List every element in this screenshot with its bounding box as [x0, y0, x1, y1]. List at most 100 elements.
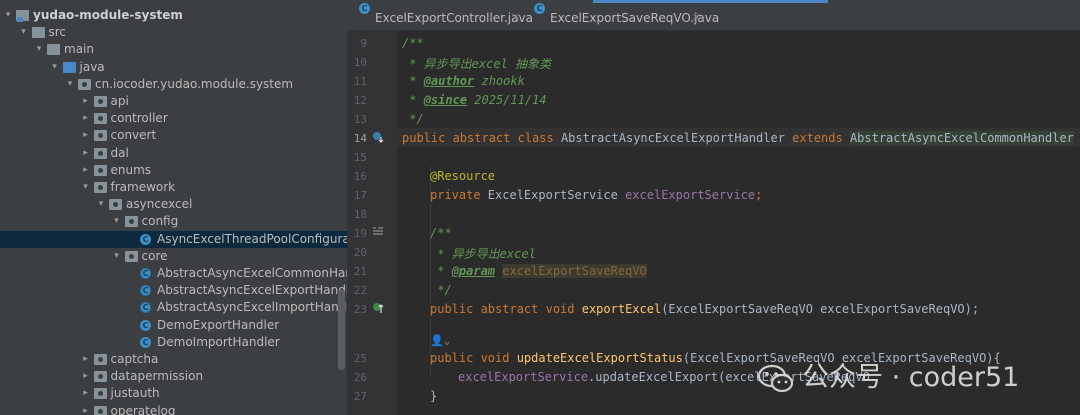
class-icon — [359, 3, 370, 14]
chevron-down-icon[interactable]: ▾ — [112, 248, 122, 265]
tree-item[interactable]: ▾ java — [0, 59, 347, 76]
tree-item[interactable]: ▸ dal — [0, 145, 347, 162]
tree-item[interactable]: ▸ datapermission — [0, 368, 347, 385]
tree-item-label: DemoImportHandler — [157, 334, 280, 349]
line-number: 21 — [353, 265, 367, 278]
line-number: 17 — [353, 189, 367, 202]
code-line-20: * 异步导出excel — [430, 247, 536, 261]
tree-item-label: enums — [110, 162, 152, 177]
tree-item[interactable]: ▾ asyncexcel — [0, 196, 347, 213]
author-inline-hint[interactable]: 👤⌄ — [430, 334, 450, 347]
chevron-right-icon[interactable]: ▸ — [81, 368, 91, 385]
code-line-19: /** — [430, 226, 452, 240]
chevron-right-icon[interactable]: ▸ — [81, 145, 91, 162]
tree-item[interactable]: ▾ framework — [0, 179, 347, 196]
tree-item[interactable]: ▾ main — [0, 41, 347, 58]
project-tree-panel: ▾ yudao-module-system ▾ src ▾ main ▾ java ▾ cn.io… — [0, 0, 347, 415]
hint-chevron-icon: ⌄ — [443, 334, 451, 347]
tree-item[interactable]: ▾ core — [0, 248, 347, 265]
chevron-down-icon[interactable]: ▾ — [112, 213, 122, 230]
tab-excel-export-controller[interactable]: ExcelExportController.java ✕ — [353, 0, 533, 30]
tree-item[interactable]: ▾ yudao-module-system — [0, 7, 347, 24]
tree-item-label: framework — [110, 180, 176, 194]
chevron-right-icon[interactable]: ▸ — [81, 385, 91, 402]
chevron-down-icon[interactable]: ▾ — [19, 24, 29, 41]
tree-item[interactable]: AbstractAsyncExcelExportHandler — [0, 282, 347, 299]
line-number: 13 — [353, 113, 367, 126]
tab-excel-export-save-req-vo[interactable]: ExcelExportSaveReqVO.java ✕ — [528, 0, 719, 30]
tree-item[interactable]: ▾ config — [0, 213, 347, 230]
code-line-12: * @since 2025/11/14 — [402, 93, 547, 107]
close-tab-icon[interactable]: ✕ — [692, 0, 701, 36]
package-icon — [124, 250, 138, 262]
tree-item[interactable]: ▸ captcha — [0, 351, 347, 368]
tab-label: ExcelExportController.java — [375, 11, 533, 25]
tree-item[interactable]: ▸ api — [0, 93, 347, 110]
package-icon — [93, 371, 107, 383]
line-number: 12 — [353, 94, 367, 107]
tree-item-label: AbstractAsyncExcelCommonHandle — [157, 266, 347, 280]
doc-comment-toggle-icon[interactable] — [372, 226, 384, 238]
code-line-14: public abstract class AbstractAsyncExcel… — [402, 131, 1074, 145]
abstract-class-icon — [140, 285, 151, 297]
tree-item-label: captcha — [110, 352, 159, 366]
watermark-text: 公众号 · coder51 — [802, 362, 1020, 393]
code-line-10: * 异步导出excel 抽象类 — [402, 57, 552, 71]
package-icon — [93, 147, 107, 159]
chevron-down-icon[interactable]: ▾ — [96, 196, 106, 213]
tree-item-label: AbstractAsyncExcelImportHandler — [157, 300, 347, 315]
tree-item-label: java — [79, 59, 105, 74]
active-tab-indicator — [593, 0, 828, 3]
tree-item-label: dal — [110, 145, 129, 160]
tree-item-label: AsyncExcelThreadPoolConfiguration — [157, 231, 347, 246]
tree-item[interactable]: ▸ justauth — [0, 385, 347, 402]
line-number: 16 — [353, 170, 367, 183]
chevron-right-icon[interactable]: ▸ — [81, 93, 91, 110]
tree-item[interactable]: DemoImportHandler — [0, 334, 347, 351]
package-icon — [93, 405, 107, 415]
chevron-down-icon[interactable]: ▾ — [34, 41, 44, 58]
code-line-11: * @author zhookk — [402, 74, 525, 88]
tree-item-label: operatelog — [110, 403, 176, 415]
tree-item[interactable]: AbstractAsyncExcelCommonHandle — [0, 265, 347, 282]
tree-item[interactable]: ▾ cn.iocoder.yudao.module.system — [0, 76, 347, 93]
folder-icon — [31, 27, 45, 39]
editor-tab-bar: ExcelExportController.java ✕ ExcelExport… — [347, 0, 1080, 31]
tree-item[interactable]: ▸ convert — [0, 127, 347, 144]
chevron-right-icon[interactable]: ▸ — [81, 162, 91, 179]
class-icon — [140, 233, 151, 245]
tree-item-label: cn.iocoder.yudao.module.system — [95, 76, 294, 91]
module-folder-icon — [16, 10, 29, 22]
chevron-right-icon[interactable]: ▸ — [81, 127, 91, 144]
chevron-down-icon[interactable]: ▾ — [81, 179, 91, 196]
chevron-down-icon[interactable]: ▾ — [3, 7, 13, 24]
chevron-down-icon[interactable]: ▾ — [65, 76, 75, 93]
tree-item[interactable]: ▾ src — [0, 24, 347, 41]
chevron-right-icon[interactable]: ▸ — [81, 403, 91, 415]
line-number: 14 — [353, 132, 367, 145]
implemented-method-icon[interactable] — [372, 131, 384, 143]
chevron-right-icon[interactable]: ▸ — [81, 110, 91, 127]
line-number: 23 — [353, 303, 367, 316]
class-icon — [534, 3, 545, 14]
tree-item[interactable]: AbstractAsyncExcelImportHandler — [0, 299, 347, 316]
code-line-27: } — [430, 389, 438, 403]
tree-item[interactable]: AsyncExcelThreadPoolConfiguration — [0, 230, 347, 248]
tree-item[interactable]: ▸ operatelog — [0, 403, 347, 415]
tree-item-label: convert — [110, 128, 157, 143]
line-number: 10 — [353, 56, 367, 69]
tree-item[interactable]: ▸ controller — [0, 110, 347, 127]
close-tab-icon[interactable]: ✕ — [511, 0, 520, 36]
tree-item-label: src — [48, 25, 67, 40]
chevron-down-icon[interactable]: ▾ — [50, 59, 60, 76]
tree-item[interactable]: ▸ enums — [0, 162, 347, 179]
tree-scrollbar[interactable] — [338, 290, 345, 370]
line-number: 15 — [353, 151, 367, 164]
line-number: 25 — [353, 352, 367, 365]
implementation-override-icon[interactable] — [372, 302, 384, 314]
tree-item[interactable]: DemoExportHandler — [0, 317, 347, 334]
chevron-right-icon[interactable]: ▸ — [81, 351, 91, 368]
line-number: 20 — [353, 246, 367, 259]
tree-item-label: main — [64, 42, 94, 57]
source-folder-icon — [62, 61, 76, 73]
